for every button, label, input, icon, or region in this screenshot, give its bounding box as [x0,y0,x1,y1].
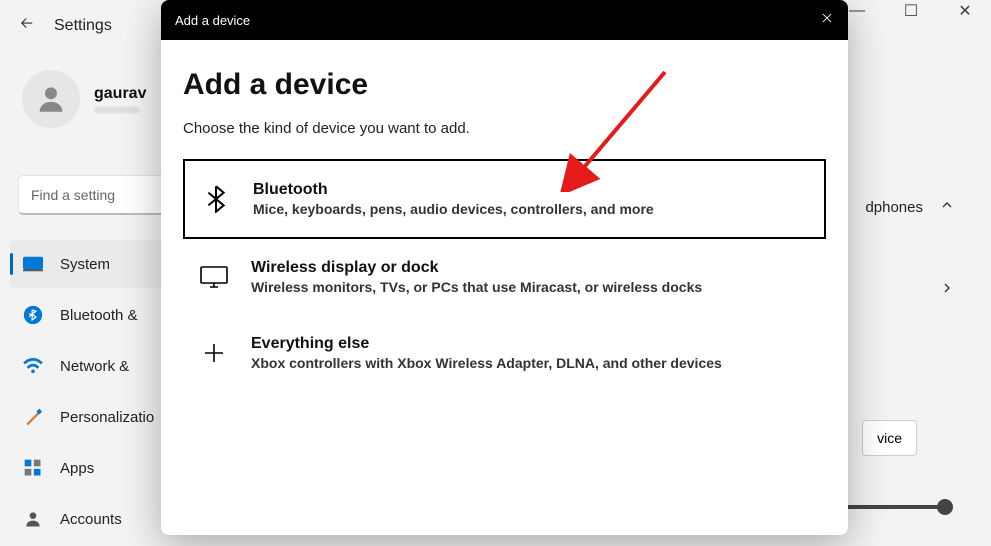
window-controls: — ☐ ✕ [851,0,991,22]
user-name: gaurav [94,85,146,103]
close-icon[interactable] [820,11,834,29]
add-device-modal: Add a device Add a device Choose the kin… [161,0,848,535]
bluetooth-icon [201,184,231,214]
option-wireless-display[interactable]: Wireless display or dock Wireless monito… [183,239,826,315]
chevron-right-icon [939,280,955,296]
monitor-icon [199,262,229,292]
sidebar-item-label: Accounts [60,511,122,528]
option-title: Wireless display or dock [251,259,702,277]
add-device-button-partial[interactable]: vice [862,420,917,456]
chevron-up-icon [939,197,955,217]
modal-body: Add a device Choose the kind of device y… [161,40,848,391]
user-text: gaurav [94,85,146,113]
sidebar-item-label: Network & [60,358,129,375]
option-bluetooth[interactable]: Bluetooth Mice, keyboards, pens, audio d… [183,159,826,239]
settings-title: Settings [54,17,112,35]
sidebar-item-label: System [60,256,110,273]
option-text: Wireless display or dock Wireless monito… [251,259,702,295]
maximize-button[interactable]: ☐ [905,5,917,17]
accounts-icon [22,508,44,530]
option-text: Bluetooth Mice, keyboards, pens, audio d… [253,181,654,217]
option-desc: Mice, keyboards, pens, audio devices, co… [253,201,654,217]
wifi-icon [22,355,44,377]
avatar [22,70,80,128]
right-partial-headphones[interactable]: dphones [865,197,955,217]
option-text: Everything else Xbox controllers with Xb… [251,335,722,371]
option-desc: Xbox controllers with Xbox Wireless Adap… [251,355,722,371]
device-options: Bluetooth Mice, keyboards, pens, audio d… [183,159,826,391]
brush-icon [22,406,44,428]
close-window-button[interactable]: ✕ [959,5,971,17]
button-text: vice [877,430,902,446]
modal-titlebar-text: Add a device [175,13,250,28]
partial-text: dphones [865,199,923,216]
apps-icon [22,457,44,479]
modal-titlebar: Add a device [161,0,848,40]
search-placeholder: Find a setting [31,187,115,203]
sidebar-item-label: Apps [60,460,94,477]
user-block[interactable]: gaurav [22,70,146,128]
modal-subtitle: Choose the kind of device you want to ad… [183,120,826,137]
modal-heading: Add a device [183,68,826,102]
person-icon [34,82,68,116]
option-everything-else[interactable]: Everything else Xbox controllers with Xb… [183,315,826,391]
header: Settings [18,14,112,37]
bluetooth-icon [22,304,44,326]
option-title: Everything else [251,335,722,353]
system-icon [22,253,44,275]
option-title: Bluetooth [253,181,654,199]
sidebar-item-label: Bluetooth & [60,307,138,324]
minimize-button[interactable]: — [851,5,863,17]
right-partial-chevron[interactable] [939,280,955,301]
option-desc: Wireless monitors, TVs, or PCs that use … [251,279,702,295]
sidebar-item-label: Personalizatio [60,409,154,426]
back-icon[interactable] [18,14,36,37]
user-email-blur [94,107,140,113]
plus-icon [199,338,229,368]
